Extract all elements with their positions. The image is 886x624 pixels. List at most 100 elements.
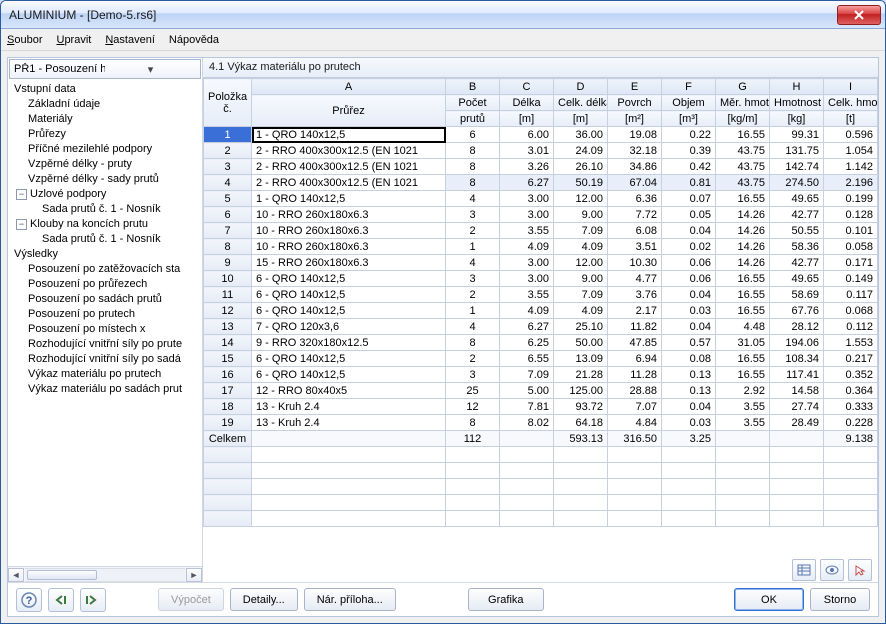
col-letter[interactable]: I <box>824 79 878 95</box>
cell[interactable]: 0.04 <box>662 319 716 335</box>
cell[interactable]: 6 <box>446 127 500 143</box>
cell[interactable]: 1.553 <box>824 335 878 351</box>
cell[interactable]: 6.55 <box>500 351 554 367</box>
cell[interactable]: 142.74 <box>770 159 824 175</box>
cell[interactable]: 42.77 <box>770 255 824 271</box>
row-number[interactable]: 16 <box>204 367 252 383</box>
cell[interactable]: 0.03 <box>662 415 716 431</box>
scroll-thumb[interactable] <box>27 570 97 580</box>
cell[interactable]: 16.55 <box>716 127 770 143</box>
table-row[interactable]: 610 - RRO 260x180x6.333.009.007.720.0514… <box>204 207 878 223</box>
col-header[interactable]: Objem <box>662 95 716 111</box>
cell[interactable]: 4 <box>446 255 500 271</box>
cell[interactable]: 4.09 <box>554 239 608 255</box>
row-number[interactable]: 15 <box>204 351 252 367</box>
cell-section[interactable]: 1 - QRO 140x12,5 <box>252 191 446 207</box>
scroll-left-icon[interactable]: ◄ <box>8 568 24 582</box>
cell[interactable]: 9.00 <box>554 207 608 223</box>
cell[interactable]: 0.13 <box>662 367 716 383</box>
cell[interactable]: 25 <box>446 383 500 399</box>
table-row[interactable]: 22 - RRO 400x300x12.5 (EN 102183.0124.09… <box>204 143 878 159</box>
cell[interactable]: 14.26 <box>716 255 770 271</box>
cell[interactable]: 3.00 <box>500 271 554 287</box>
table-row[interactable]: 126 - QRO 140x12,514.094.092.170.0316.55… <box>204 303 878 319</box>
menu-file[interactable]: Soubor <box>7 34 42 46</box>
cell[interactable]: 67.76 <box>770 303 824 319</box>
menu-settings[interactable]: Nastavení <box>105 34 155 46</box>
tree-item[interactable]: Materiály <box>14 112 200 127</box>
tree-item[interactable]: Posouzení po prutech <box>14 307 200 322</box>
cell[interactable]: 3.26 <box>500 159 554 175</box>
cell[interactable]: 3.51 <box>608 239 662 255</box>
cell[interactable]: 3.55 <box>716 415 770 431</box>
cell[interactable]: 6.25 <box>500 335 554 351</box>
cell[interactable]: 3.55 <box>500 223 554 239</box>
cell[interactable]: 0.112 <box>824 319 878 335</box>
cell-section[interactable]: 15 - RRO 260x180x6.3 <box>252 255 446 271</box>
row-number[interactable]: 1 <box>204 127 252 143</box>
scroll-right-icon[interactable]: ► <box>186 568 202 582</box>
cell[interactable]: 8.02 <box>500 415 554 431</box>
cell-section[interactable]: 12 - RRO 80x40x5 <box>252 383 446 399</box>
cell[interactable]: 6.27 <box>500 319 554 335</box>
cell[interactable]: 6.00 <box>500 127 554 143</box>
tree-hscroll[interactable]: ◄ ► <box>8 566 202 582</box>
scroll-track[interactable] <box>25 568 185 582</box>
cell-section[interactable]: 2 - RRO 400x300x12.5 (EN 1021 <box>252 175 446 191</box>
cell-section[interactable]: 7 - QRO 120x3,6 <box>252 319 446 335</box>
tree-item[interactable]: Posouzení po průřezech <box>14 277 200 292</box>
data-grid[interactable]: Položkač.ABCDEFGHI PrůřezPočetDélkaCelk.… <box>203 78 878 527</box>
cell[interactable]: 5.00 <box>500 383 554 399</box>
cell[interactable]: 0.171 <box>824 255 878 271</box>
col-letter[interactable]: C <box>500 79 554 95</box>
cell[interactable]: 58.69 <box>770 287 824 303</box>
cell[interactable]: 0.05 <box>662 207 716 223</box>
cell-section[interactable]: 2 - RRO 400x300x12.5 (EN 1021 <box>252 143 446 159</box>
cell[interactable]: 34.86 <box>608 159 662 175</box>
row-number[interactable]: 18 <box>204 399 252 415</box>
cell-section[interactable]: 10 - RRO 260x180x6.3 <box>252 207 446 223</box>
cell[interactable]: 6.94 <box>608 351 662 367</box>
cell[interactable]: 2.17 <box>608 303 662 319</box>
tree-item[interactable]: Posouzení po zatěžovacích sta <box>14 262 200 277</box>
table-row[interactable]: 1813 - Kruh 2.4127.8193.727.070.043.5527… <box>204 399 878 415</box>
minus-icon[interactable]: − <box>16 219 27 230</box>
cell[interactable]: 3.76 <box>608 287 662 303</box>
cell[interactable]: 50.55 <box>770 223 824 239</box>
cell[interactable]: 4 <box>446 319 500 335</box>
cell[interactable]: 0.07 <box>662 191 716 207</box>
col-header[interactable]: Celk. délka <box>554 95 608 111</box>
cell[interactable]: 3.00 <box>500 191 554 207</box>
cell[interactable]: 10.30 <box>608 255 662 271</box>
cell[interactable]: 24.09 <box>554 143 608 159</box>
cell-section[interactable]: 6 - QRO 140x12,5 <box>252 287 446 303</box>
cell[interactable]: 0.06 <box>662 255 716 271</box>
tree-nodal-child[interactable]: Sada prutů č. 1 - Nosník <box>14 202 200 217</box>
table-row[interactable]: 11 - QRO 140x12,566.0036.0019.080.2216.5… <box>204 127 878 143</box>
cell[interactable]: 43.75 <box>716 143 770 159</box>
cell[interactable]: 2 <box>446 287 500 303</box>
table-row[interactable]: 1913 - Kruh 2.488.0264.184.840.033.5528.… <box>204 415 878 431</box>
cell[interactable]: 12.00 <box>554 255 608 271</box>
row-number[interactable]: 2 <box>204 143 252 159</box>
cell[interactable]: 50.00 <box>554 335 608 351</box>
cell[interactable]: 0.42 <box>662 159 716 175</box>
table-row[interactable]: 156 - QRO 140x12,526.5513.096.940.0816.5… <box>204 351 878 367</box>
cell[interactable]: 99.31 <box>770 127 824 143</box>
table-row[interactable]: 710 - RRO 260x180x6.323.557.096.080.0414… <box>204 223 878 239</box>
col-header[interactable]: Délka <box>500 95 554 111</box>
cell[interactable]: 21.28 <box>554 367 608 383</box>
cell[interactable]: 0.81 <box>662 175 716 191</box>
cell[interactable]: 6.08 <box>608 223 662 239</box>
cell[interactable]: 6.36 <box>608 191 662 207</box>
cell-section[interactable]: 10 - RRO 260x180x6.3 <box>252 223 446 239</box>
col-letter[interactable]: D <box>554 79 608 95</box>
tree-item[interactable]: Příčné mezilehlé podpory <box>14 142 200 157</box>
cell[interactable]: 4.09 <box>554 303 608 319</box>
row-number[interactable]: 14 <box>204 335 252 351</box>
cell-section[interactable]: 9 - RRO 320x180x12.5 <box>252 335 446 351</box>
row-number[interactable]: 17 <box>204 383 252 399</box>
tree-item[interactable]: Posouzení po sadách prutů <box>14 292 200 307</box>
cell[interactable]: 8 <box>446 415 500 431</box>
cell[interactable]: 274.50 <box>770 175 824 191</box>
